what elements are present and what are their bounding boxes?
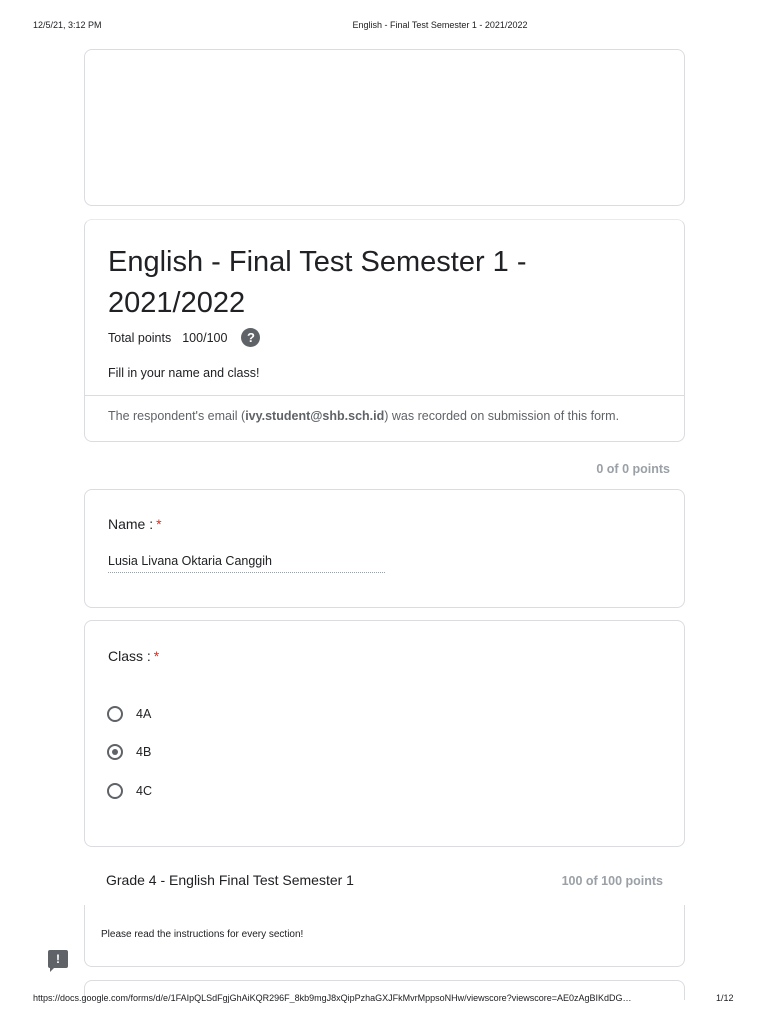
total-points-label: Total points [108, 330, 172, 345]
total-points: Total points 100/100 ? [108, 328, 261, 347]
help-circle-icon[interactable]: ? [241, 328, 261, 347]
section-points: 0 of 0 points [596, 462, 670, 476]
email-recorded-note: The respondent's email (ivy.student@shb.… [108, 409, 620, 423]
radio-checked-icon[interactable] [107, 744, 123, 760]
required-asterisk: * [153, 648, 160, 664]
radio-option-4a[interactable]: 4A [107, 706, 151, 722]
radio-label: 4B [136, 745, 152, 759]
print-title: English - Final Test Semester 1 - 2021/2… [352, 20, 528, 30]
question-class-label: Class : * [108, 648, 160, 664]
question-name-card: Name : * Lusia Livana Oktaria Canggih [84, 489, 685, 608]
section-instructions: Please read the instructions for every s… [101, 929, 304, 940]
form-header-banner [84, 49, 685, 206]
feedback-icon[interactable]: ! [48, 950, 68, 972]
radio-label: 4A [136, 707, 152, 721]
print-url: https://docs.google.com/forms/d/e/1FAIpQ… [33, 993, 632, 1003]
question-class-card: Class : * 4A 4B 4C [84, 620, 685, 847]
respondent-email: ivy.student@shb.sch.id [245, 409, 385, 423]
name-answer: Lusia Livana Oktaria Canggih [108, 554, 385, 573]
radio-option-4b[interactable]: 4B [107, 744, 151, 760]
question-name-label: Name : * [108, 516, 162, 532]
radio-label: 4C [136, 784, 152, 798]
form-description: Fill in your name and class! [108, 366, 260, 380]
total-points-value: 100/100 [182, 330, 228, 345]
print-page-number: 1/12 [716, 993, 734, 1003]
form-title-card: English - Final Test Semester 1 - 2021/2… [84, 219, 685, 442]
divider [85, 395, 684, 396]
required-asterisk: * [156, 516, 162, 532]
radio-unchecked-icon[interactable] [107, 706, 123, 722]
section-title: Grade 4 - English Final Test Semester 1 [106, 872, 354, 888]
form-title: English - Final Test Semester 1 - 2021/2… [108, 246, 527, 319]
section-instructions-card: Please read the instructions for every s… [84, 905, 685, 967]
radio-option-4c[interactable]: 4C [107, 783, 152, 799]
section-points: 100 of 100 points [561, 874, 663, 888]
radio-unchecked-icon[interactable] [107, 783, 123, 799]
